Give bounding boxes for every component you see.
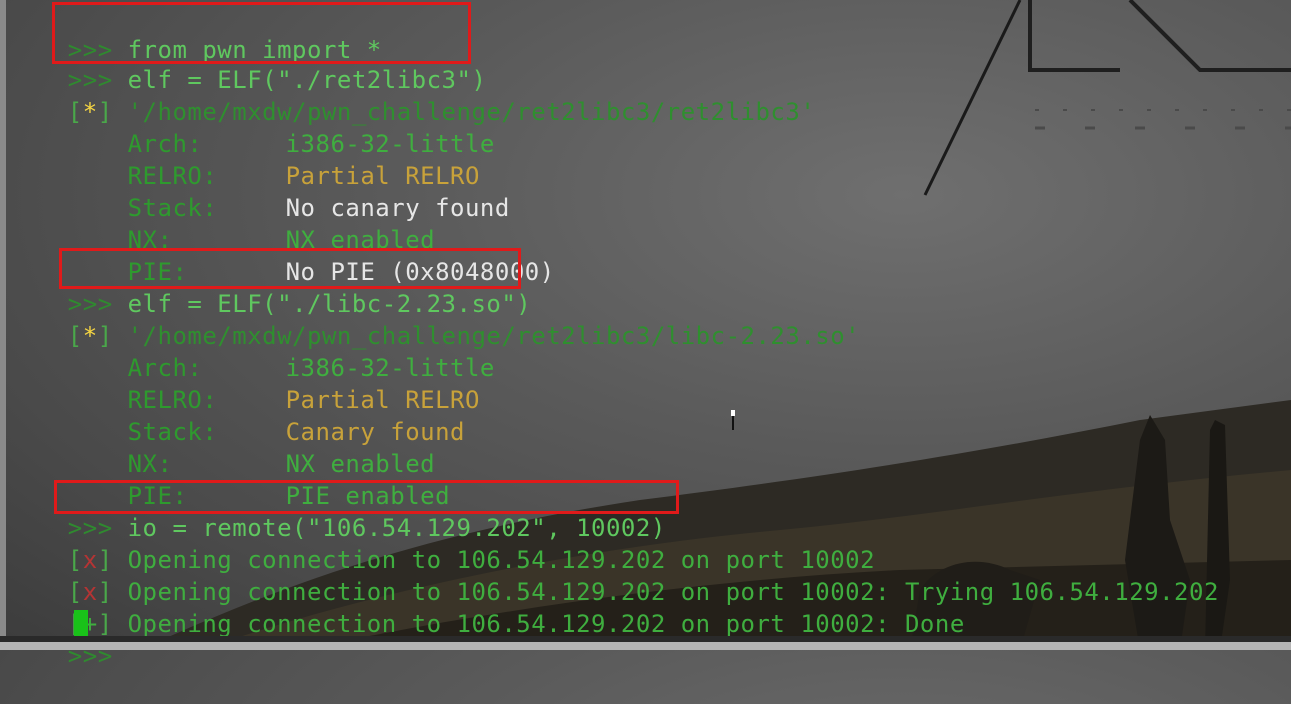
- terminal-line: Arch: i386-32-little: [8, 96, 495, 158]
- terminal-line: [x] Opening connection to 106.54.129.202…: [67, 578, 1219, 606]
- status-message: Opening connection to 106.54.129.202 on …: [127, 610, 965, 638]
- terminal-line: NX: NX enabled: [8, 192, 435, 254]
- terminal-line: Stack: No canary found: [8, 160, 510, 222]
- terminal-line: [*] '/home/mxdw/pwn_challenge/ret2libc3/…: [67, 322, 861, 350]
- terminal-line: NX: NX enabled: [8, 416, 435, 478]
- highlight-box: [52, 2, 471, 64]
- taskbar[interactable]: [0, 642, 1291, 650]
- terminal-line: PIE: PIE enabled: [8, 448, 450, 510]
- terminal-line: RELRO: Partial RELRO: [8, 128, 480, 190]
- terminal-line: RELRO: Partial RELRO: [8, 352, 480, 414]
- highlight-box: [54, 480, 679, 514]
- highlight-box: [59, 248, 521, 289]
- terminal-cursor: [74, 610, 88, 636]
- window-left-edge: [0, 0, 6, 650]
- terminal-line: [x] Opening connection to 106.54.129.202…: [67, 546, 876, 574]
- terminal-line: Arch: i386-32-little: [8, 320, 495, 382]
- terminal-window[interactable]: >>> from pwn import * >>> elf = ELF("./r…: [8, 0, 1291, 670]
- terminal-line: [*] '/home/mxdw/pwn_challenge/ret2libc3/…: [67, 98, 816, 126]
- terminal-line: [+] Opening connection to 106.54.129.202…: [68, 610, 965, 638]
- mouse-pointer-icon: [731, 410, 735, 430]
- terminal-line: Stack: Canary found: [8, 384, 465, 446]
